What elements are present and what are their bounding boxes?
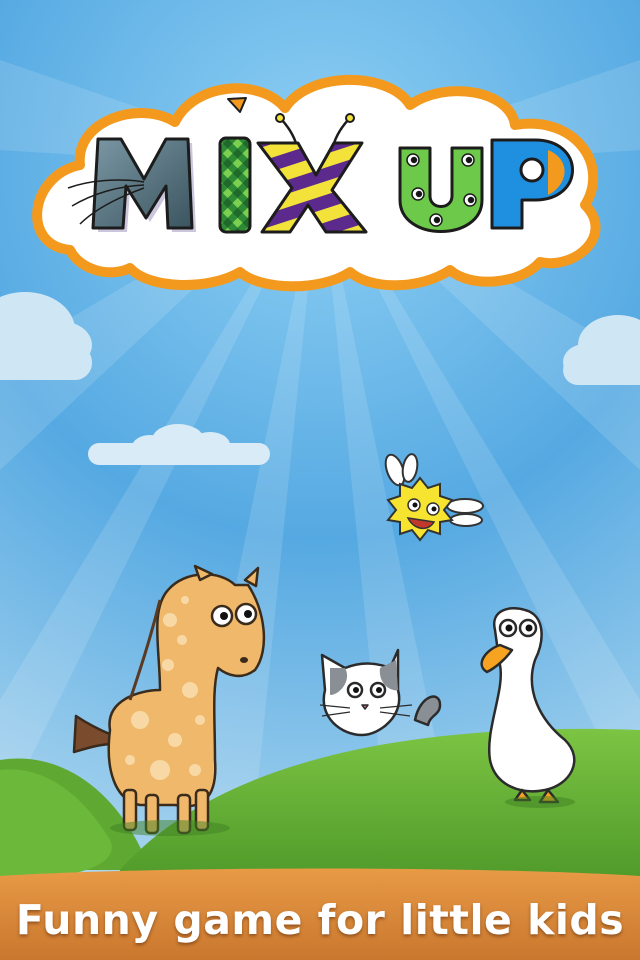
logo-letter-i	[218, 136, 252, 234]
tagline: Funny game for little kids	[15, 896, 625, 944]
game-scene	[0, 0, 640, 960]
splash-screen[interactable]: Funny game for little kids	[0, 0, 640, 960]
